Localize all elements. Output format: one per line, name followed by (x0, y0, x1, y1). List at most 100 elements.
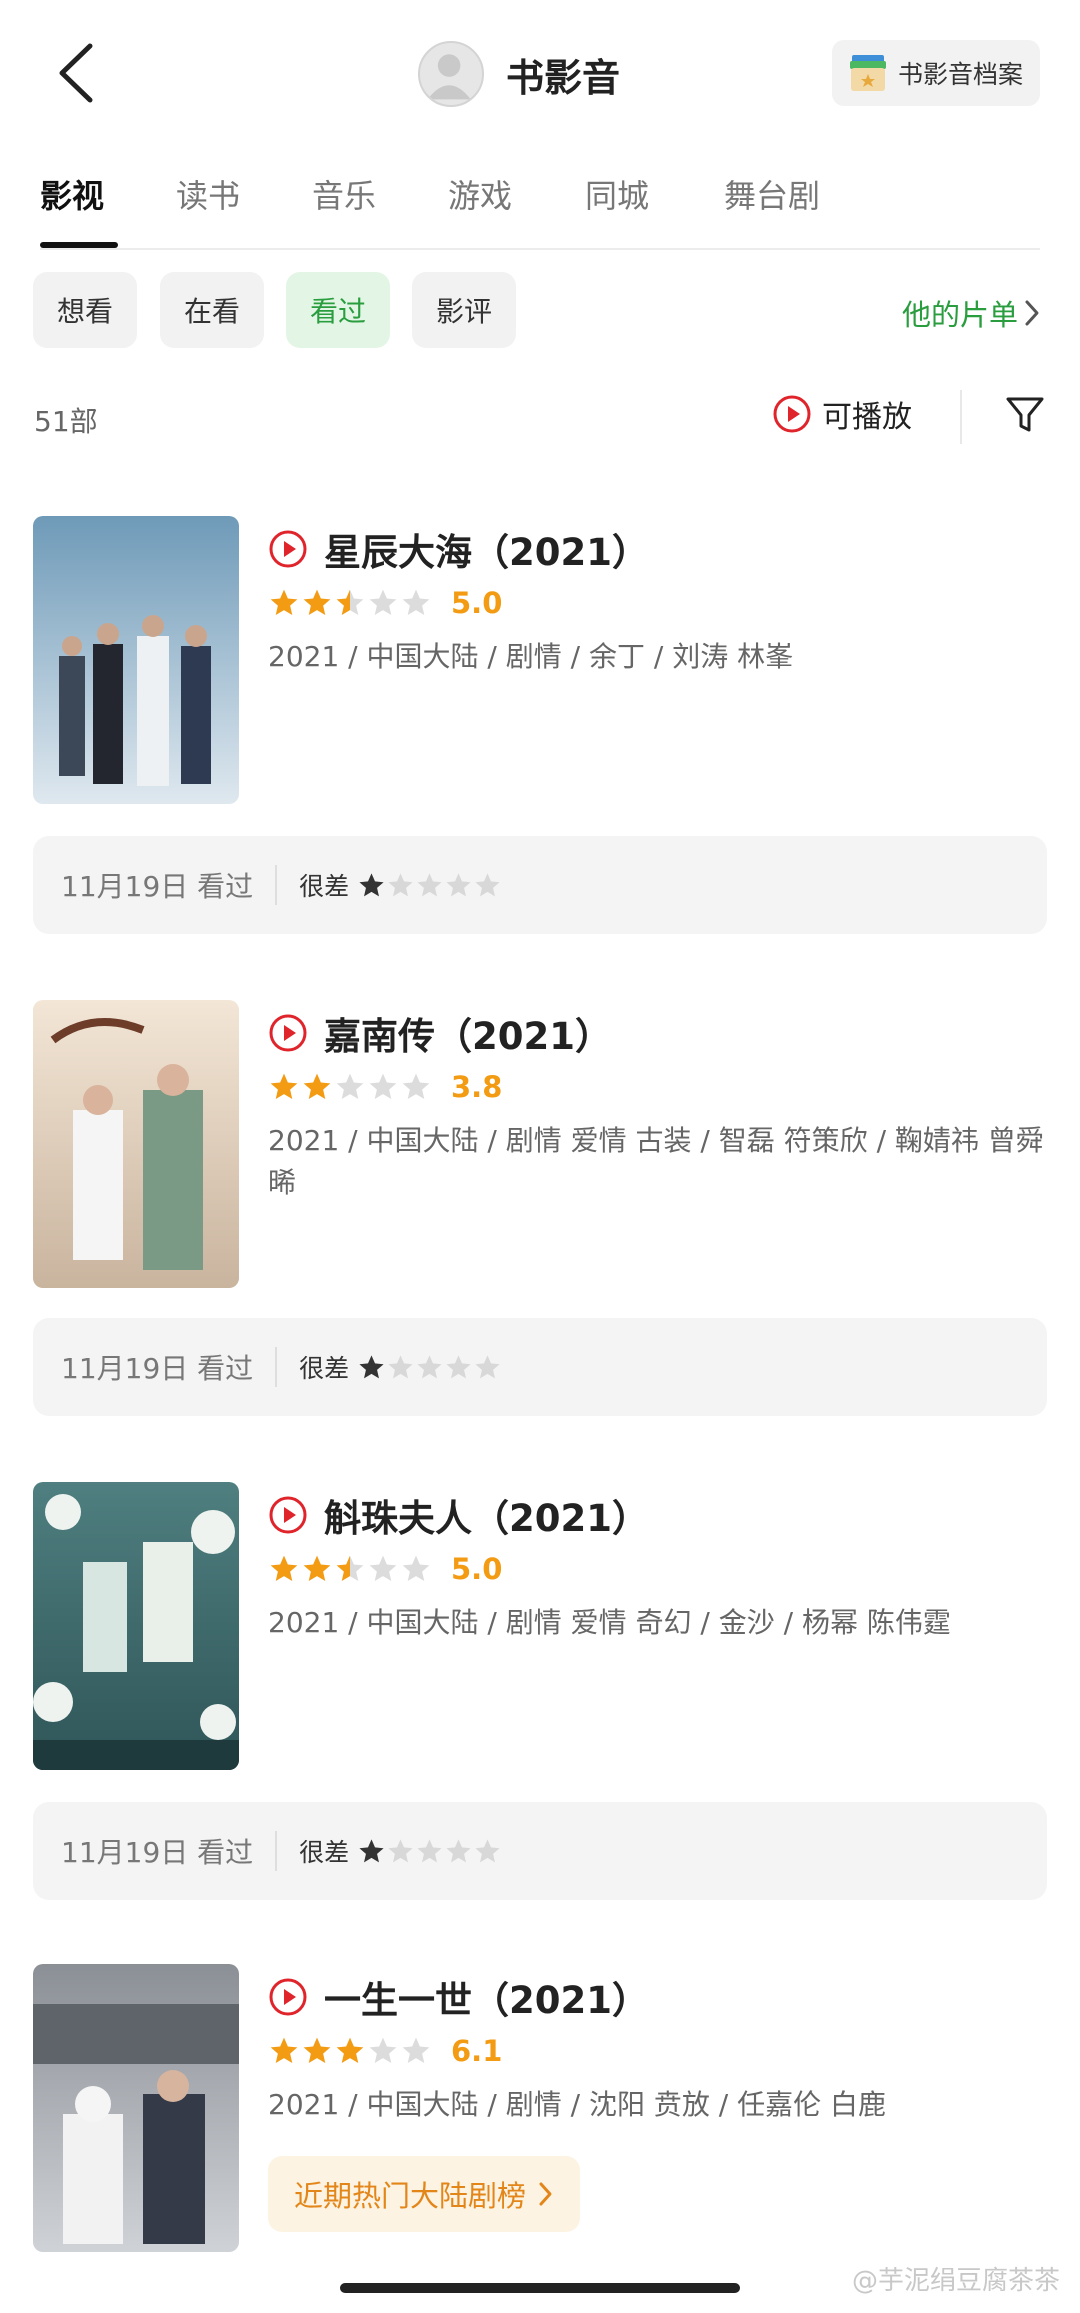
title-row: 嘉南传（2021） (268, 1006, 612, 1060)
avatar[interactable] (418, 41, 484, 107)
rating-row: 6.1 (268, 2034, 502, 2068)
filter-watching[interactable]: 在看 (160, 272, 264, 348)
star-icon (359, 872, 384, 896)
rating-score: 5.0 (451, 586, 503, 620)
star-icon (359, 1838, 384, 1862)
rating-stars (268, 587, 433, 619)
star-icon (336, 1555, 364, 1581)
review-stars (357, 871, 502, 900)
movie-title[interactable]: 星辰大海（2021） (324, 522, 649, 576)
filter-reviews[interactable]: 影评 (412, 272, 516, 348)
his-list-link[interactable]: 他的片单 (902, 292, 1040, 334)
star-icon (270, 2037, 298, 2063)
star-icon (446, 1354, 471, 1378)
rating-row: 5.0 (268, 1552, 502, 1586)
star-icon (475, 872, 500, 896)
back-arrow-icon[interactable] (52, 40, 100, 106)
title-row: 星辰大海（2021） (268, 522, 649, 576)
home-indicator[interactable] (340, 2283, 740, 2293)
star-icon (388, 1354, 413, 1378)
category-tabs: 影视 读书 音乐 游戏 同城 舞台剧 (40, 170, 1040, 250)
poster-art (33, 1000, 239, 1288)
hot-ranking-chip[interactable]: 近期热门大陆剧榜 (268, 2156, 581, 2232)
star-icon (475, 1838, 500, 1862)
chevron-right-icon (539, 2182, 552, 2206)
playable-label: 可播放 (822, 400, 912, 435)
watermark: @芋泥绢豆腐茶茶 (851, 2266, 1060, 2296)
chevron-right-icon (1025, 300, 1039, 326)
tab-film[interactable]: 影视 (40, 170, 104, 230)
review-label: 很差 (299, 1838, 350, 1867)
item-count: 51部 (34, 405, 98, 438)
funnel-filter-icon[interactable] (1004, 394, 1046, 436)
tab-stage[interactable]: 舞台剧 (724, 170, 820, 230)
play-circle-icon (773, 395, 811, 433)
hot-ranking-label: 近期热门大陆剧榜 (294, 2179, 527, 2213)
play-circle-icon[interactable] (268, 1495, 308, 1535)
page-title: 书影音 (506, 55, 621, 100)
title-row: 一生一世（2021） (268, 1970, 649, 2024)
star-icon (369, 2037, 397, 2063)
his-list-label: 他的片单 (901, 298, 1018, 332)
star-icon (402, 589, 430, 615)
poster-image[interactable] (33, 516, 239, 804)
star-icon (336, 589, 364, 615)
movie-title[interactable]: 斛珠夫人（2021） (324, 1488, 649, 1542)
rating-stars (268, 1071, 433, 1103)
movie-meta: 2021 / 中国大陆 / 剧情 爱情 古装 / 智磊 符策欣 / 鞠婧祎 曾舜… (268, 1124, 1044, 1199)
star-icon (446, 872, 471, 896)
review-bar: 11月19日 看过 很差 (33, 1318, 1047, 1416)
title-group: 书影音 (418, 38, 620, 110)
review-label: 很差 (299, 872, 350, 901)
star-icon (336, 1073, 364, 1099)
tab-books[interactable]: 读书 (176, 170, 240, 230)
movie-title[interactable]: 一生一世（2021） (324, 1970, 649, 2024)
review-bar: 11月19日 看过 很差 (33, 1802, 1047, 1900)
star-icon (369, 1073, 397, 1099)
star-icon (417, 872, 442, 896)
rating-row: 5.0 (268, 586, 502, 620)
poster-image[interactable] (33, 1482, 239, 1770)
star-icon (270, 1555, 298, 1581)
star-icon (417, 1838, 442, 1862)
star-icon (336, 2037, 364, 2063)
movie-meta: 2021 / 中国大陆 / 剧情 / 沈阳 贲放 / 任嘉伦 白鹿 (268, 2088, 886, 2121)
tab-games[interactable]: 游戏 (448, 170, 512, 230)
poster-image[interactable] (33, 1964, 239, 2252)
review-date: 11月19日 看过 (61, 1352, 254, 1385)
review-bar: 11月19日 看过 很差 (33, 836, 1047, 934)
movie-title[interactable]: 嘉南传（2021） (324, 1006, 612, 1060)
rating-score: 6.1 (451, 2034, 503, 2068)
star-icon (369, 1555, 397, 1581)
star-icon (388, 1838, 413, 1862)
star-icon (402, 1555, 430, 1581)
review-label: 很差 (299, 1354, 350, 1383)
title-row: 斛珠夫人（2021） (268, 1488, 649, 1542)
rating-score: 3.8 (451, 1070, 503, 1104)
rating-row: 3.8 (268, 1070, 502, 1104)
tab-local[interactable]: 同城 (585, 170, 649, 230)
review-date: 11月19日 看过 (61, 1836, 254, 1869)
filter-want[interactable]: 想看 (33, 272, 137, 348)
star-icon (402, 1073, 430, 1099)
archive-button[interactable]: 书影音档案 (832, 40, 1040, 106)
review-stars (357, 1837, 502, 1866)
tab-music[interactable]: 音乐 (312, 170, 376, 230)
play-circle-icon[interactable] (268, 1013, 308, 1053)
star-icon (270, 1073, 298, 1099)
poster-art (33, 516, 239, 804)
poster-image[interactable] (33, 1000, 239, 1288)
poster-art (33, 1482, 239, 1770)
star-icon (270, 589, 298, 615)
filter-watched[interactable]: 看过 (286, 272, 390, 348)
archive-box-icon (850, 55, 886, 91)
divider (275, 1347, 278, 1387)
playable-toggle[interactable]: 可播放 (772, 392, 912, 436)
star-icon (402, 2037, 430, 2063)
star-icon (446, 1838, 471, 1862)
star-icon (359, 1354, 384, 1378)
play-circle-icon[interactable] (268, 1977, 308, 2017)
play-circle-icon[interactable] (268, 529, 308, 569)
divider (960, 390, 962, 444)
poster-art (33, 1964, 239, 2252)
